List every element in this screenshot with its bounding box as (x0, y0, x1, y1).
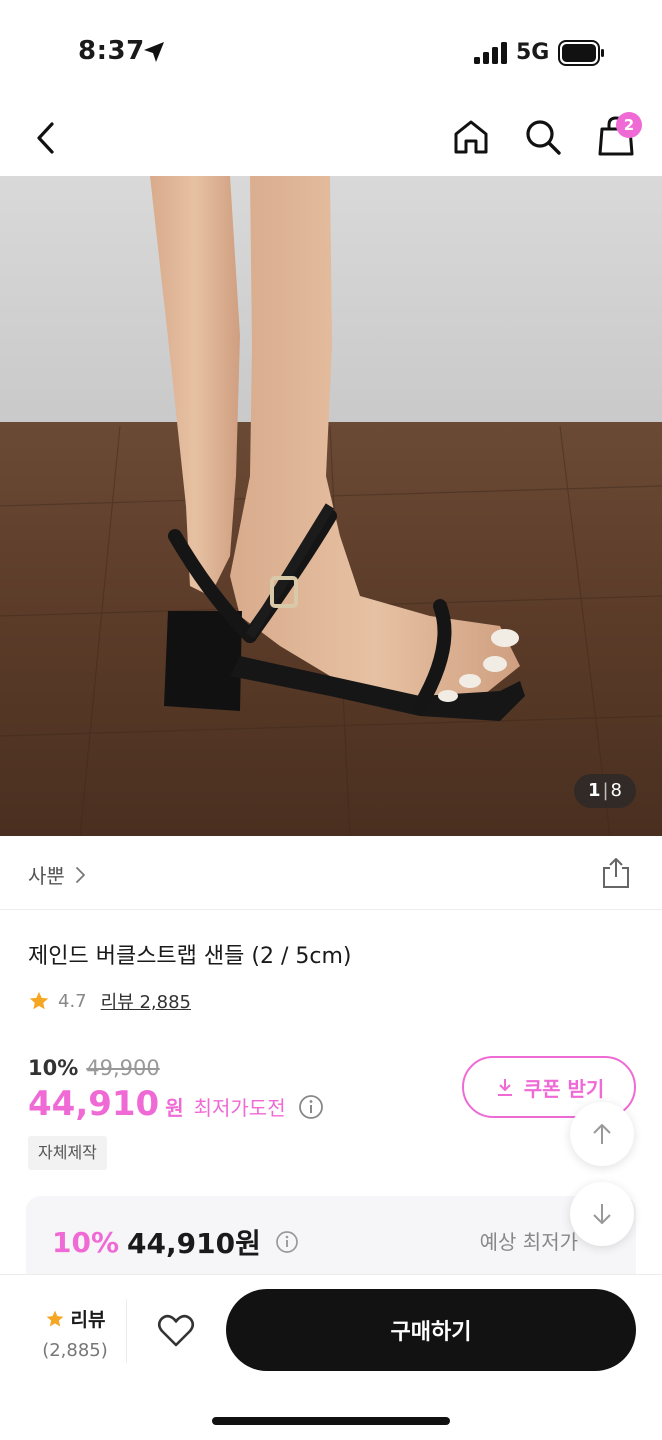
image-counter: 1 | 8 (573, 774, 636, 808)
sale-price-row: 44,910 원 최저가도전 (28, 1084, 324, 1124)
star-icon (29, 991, 49, 1010)
discount-row: 10% 49,900 (28, 1056, 160, 1080)
bottom-review-label: 리뷰 (70, 1309, 106, 1331)
best-price-value: 44,910원 (127, 1227, 261, 1260)
bottom-review-label-row: 리뷰 (30, 1305, 120, 1332)
bottom-review-button[interactable]: 리뷰 (2,885) (30, 1305, 120, 1361)
brand-row: 사뿐 (0, 836, 662, 910)
lowest-price-label: 최저가도전 (193, 1096, 286, 1120)
best-price-row: 10% 44,910원 (52, 1222, 299, 1262)
own-production-tag: 자체제작 (28, 1136, 107, 1170)
back-arrow-icon[interactable] (30, 118, 66, 158)
info-icon[interactable] (275, 1230, 299, 1254)
download-icon (497, 1079, 512, 1096)
star-icon (46, 1310, 63, 1326)
brand-name: 사뿐 (28, 864, 65, 888)
image-counter-current: 1 (587, 780, 601, 801)
original-price: 49,900 (86, 1056, 160, 1080)
home-icon[interactable] (450, 116, 492, 158)
coupon-label: 쿠폰 받기 (523, 1076, 605, 1101)
network-type: 5G (516, 40, 550, 65)
search-icon[interactable] (522, 116, 564, 158)
sale-price: 44,910 (28, 1084, 160, 1124)
review-count-link[interactable]: 리뷰 2,885 (101, 988, 191, 1014)
image-counter-separator: | (602, 780, 609, 801)
heart-icon[interactable] (156, 1311, 196, 1351)
buy-button[interactable]: 구매하기 (226, 1289, 636, 1371)
cellular-signal-icon (474, 42, 507, 64)
best-price-rate: 10% (52, 1225, 120, 1259)
bottom-review-count: (2,885) (42, 1340, 108, 1361)
arrow-down-icon (593, 1204, 611, 1224)
status-time: 8:37 (78, 36, 145, 66)
scroll-top-button[interactable] (570, 1102, 634, 1166)
info-icon[interactable] (298, 1094, 324, 1120)
best-price-label: 예상 최저가 (479, 1230, 578, 1254)
discount-rate: 10% (28, 1056, 79, 1080)
home-indicator (212, 1417, 450, 1425)
product-image-carousel[interactable]: 1 | 8 (0, 176, 662, 836)
product-photo (0, 176, 662, 836)
product-title: 제인드 버클스트랩 샌들 (2 / 5cm) (28, 944, 352, 969)
location-arrow-icon (144, 42, 164, 62)
status-bar: 8:37 5G (0, 0, 662, 100)
chevron-right-icon (75, 866, 85, 883)
brand-link[interactable]: 사뿐 (28, 860, 87, 889)
scroll-bottom-button[interactable] (570, 1182, 634, 1246)
price-unit: 원 (165, 1096, 184, 1120)
share-icon[interactable] (600, 856, 632, 890)
rating-row: 4.7 리뷰 2,885 (28, 988, 191, 1014)
image-counter-total: 8 (610, 780, 622, 801)
top-navigation: 2 (0, 100, 662, 176)
rating-score: 4.7 (58, 990, 87, 1012)
bottom-action-bar: 리뷰 (2,885) 구매하기 (0, 1274, 662, 1440)
arrow-up-icon (593, 1124, 611, 1144)
battery-icon (558, 40, 604, 66)
divider (126, 1299, 127, 1363)
cart-count-badge: 2 (616, 112, 642, 138)
